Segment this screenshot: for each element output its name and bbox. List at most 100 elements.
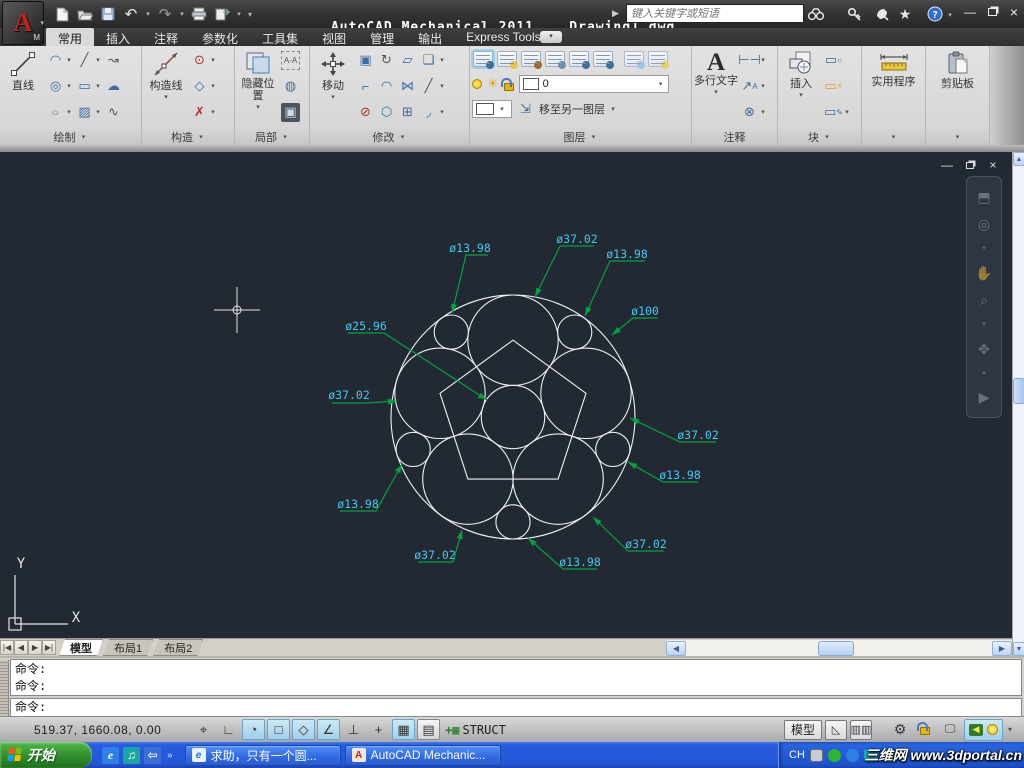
redo-icon[interactable]: ↷ bbox=[155, 4, 175, 24]
search-expand-icon[interactable]: ▶ bbox=[612, 8, 619, 19]
first-tab-icon[interactable]: |◀ bbox=[0, 640, 14, 655]
ribbon-tab-工具集[interactable]: 工具集 bbox=[250, 28, 310, 46]
ribbon-tab-插入[interactable]: 插入 bbox=[94, 28, 142, 46]
dyn-toggle[interactable]: + bbox=[367, 719, 390, 740]
start-button[interactable]: 开始 bbox=[0, 742, 92, 768]
zoom-extents-icon[interactable]: ⌕ bbox=[980, 293, 988, 307]
prev-tab-icon[interactable]: ◀ bbox=[14, 640, 28, 655]
panel-utilities-title[interactable]: ▾ bbox=[862, 128, 925, 145]
panel-annotate-title[interactable]: 注释 bbox=[692, 128, 777, 145]
offset-icon[interactable]: ◠ bbox=[377, 77, 396, 96]
help-search-input[interactable] bbox=[627, 7, 803, 20]
panel-construct-title[interactable]: 构造 ▾ bbox=[142, 128, 234, 145]
rotate-icon[interactable]: ↻ bbox=[377, 51, 396, 70]
ribbon-tab-视图[interactable]: 视图 bbox=[310, 28, 358, 46]
hscroll-thumb[interactable] bbox=[818, 640, 854, 656]
polyline-icon[interactable]: ↝ bbox=[104, 51, 123, 70]
revision-cloud-icon[interactable]: ☁ bbox=[104, 77, 123, 96]
last-tab-icon[interactable]: ▶| bbox=[42, 640, 56, 655]
spline-icon[interactable]: ∿ bbox=[104, 103, 123, 122]
erase-construction-icon[interactable]: ✗ bbox=[190, 103, 209, 122]
command-history[interactable]: 命令: 命令: bbox=[10, 659, 1022, 696]
construction-line-button[interactable]: 构造线 ▾ bbox=[144, 47, 188, 128]
panel-layers-title[interactable]: 图层 ▾ bbox=[470, 128, 691, 145]
ribbon-tab-Express Tools[interactable]: Express Tools bbox=[454, 28, 552, 46]
ellipse-icon[interactable]: ○ bbox=[46, 103, 65, 122]
trim-icon[interactable]: ╱ bbox=[419, 77, 438, 96]
layer-off-icon[interactable] bbox=[648, 51, 669, 69]
orbit-icon[interactable]: ✥ bbox=[978, 342, 990, 356]
quick-view-layouts-icon[interactable]: ◺ bbox=[825, 719, 847, 740]
center-mark-icon[interactable]: ⊗ bbox=[740, 103, 759, 122]
otrack-toggle[interactable]: ∠ bbox=[317, 719, 340, 740]
application-menu-button[interactable]: A M ▾ bbox=[2, 1, 44, 45]
hide-situation-button[interactable]: 隐藏位置 ▾ bbox=[237, 47, 279, 128]
construction-polygon-icon[interactable]: ◇ bbox=[190, 77, 209, 96]
undo-icon[interactable]: ↶ bbox=[121, 4, 141, 24]
wheel-dropdown-icon[interactable]: ▾ bbox=[982, 244, 986, 252]
move-button[interactable]: 移动 ▾ bbox=[312, 47, 354, 128]
fillet-corner-icon[interactable]: ⌐ bbox=[356, 77, 375, 96]
workspace-gear-icon[interactable]: ⚙ bbox=[889, 720, 911, 740]
move-to-layer-icon[interactable]: ⇲ bbox=[516, 100, 535, 119]
struct-button[interactable]: +▦ STRUCT bbox=[440, 719, 511, 740]
mirror-icon[interactable]: ⋈ bbox=[398, 77, 417, 96]
layer-unlock-icon[interactable] bbox=[500, 77, 514, 91]
insert-block-button[interactable]: 插入 ▾ bbox=[780, 47, 822, 128]
erase-icon[interactable]: ⊘ bbox=[356, 103, 375, 122]
print-icon[interactable] bbox=[189, 4, 209, 24]
model-space-button[interactable]: 模型 bbox=[783, 719, 822, 740]
overlap-icon[interactable]: ❏ bbox=[419, 51, 438, 70]
open-file-icon[interactable] bbox=[75, 4, 95, 24]
next-tab-icon[interactable]: ▶ bbox=[28, 640, 42, 655]
chamfer-icon[interactable]: ◞ bbox=[419, 103, 438, 122]
arc-icon[interactable]: ◠ bbox=[46, 51, 65, 70]
redo-dropdown-icon[interactable]: ▾ bbox=[178, 10, 186, 18]
task-button[interactable]: e 求助，只有一个圆... bbox=[184, 744, 341, 766]
panel-block-title[interactable]: 块 ▾ bbox=[778, 128, 861, 145]
ie-quicklaunch-icon[interactable]: e bbox=[102, 746, 119, 764]
section-aa-icon[interactable]: A-A bbox=[281, 50, 300, 70]
task-button[interactable]: A AutoCAD Mechanic... bbox=[344, 744, 501, 766]
lwt-toggle[interactable]: ▦ bbox=[392, 719, 415, 740]
copy-icon[interactable]: ▣ bbox=[356, 51, 375, 70]
key-subscription-icon[interactable] bbox=[845, 4, 865, 24]
orbit-dropdown-icon[interactable]: ▾ bbox=[982, 369, 986, 377]
hatch-icon[interactable]: ▨ bbox=[75, 103, 94, 122]
zoom-dropdown-icon[interactable]: ▾ bbox=[982, 320, 986, 328]
ribbon-tab-管理[interactable]: 管理 bbox=[358, 28, 406, 46]
array-icon[interactable]: ⊞ bbox=[398, 103, 417, 122]
layer-properties-icon[interactable] bbox=[473, 51, 494, 69]
polar-toggle[interactable]: ◔ bbox=[242, 719, 265, 740]
annotation-bulb-icon[interactable] bbox=[987, 724, 998, 735]
quick-view-drawings-icon[interactable]: ▥▥ bbox=[850, 719, 872, 740]
scroll-left-icon[interactable]: ◀ bbox=[666, 640, 686, 656]
ribbon-tab-输出[interactable]: 输出 bbox=[406, 28, 454, 46]
viewcube-icon[interactable]: ⬒ bbox=[977, 190, 990, 204]
quicklaunch-overflow-icon[interactable]: » bbox=[167, 750, 173, 761]
vertical-scrollbar[interactable]: ▲ ▼ bbox=[1012, 152, 1024, 656]
pan-hand-icon[interactable]: ✋ bbox=[975, 266, 992, 280]
rectangle-icon[interactable]: ▭ bbox=[75, 77, 94, 96]
osnap-toggle[interactable]: □ bbox=[267, 719, 290, 740]
command-input-line[interactable]: 命令: bbox=[10, 698, 1022, 717]
media-quicklaunch-icon[interactable]: ♫ bbox=[123, 746, 140, 764]
help-icon[interactable]: ? bbox=[925, 4, 945, 24]
snap-toggle[interactable]: ⌖ bbox=[192, 719, 215, 740]
steering-wheel-icon[interactable]: ◎ bbox=[978, 217, 990, 231]
create-block-icon[interactable]: ▭ ○ bbox=[824, 51, 843, 70]
help-search-box[interactable] bbox=[626, 4, 804, 23]
app-close-button[interactable]: × bbox=[1006, 4, 1022, 20]
grid-toggle[interactable]: ∟ bbox=[217, 719, 240, 740]
favorites-star-icon[interactable]: ★ bbox=[895, 4, 915, 24]
layer-thaw-sun-icon[interactable]: ☀ bbox=[487, 76, 499, 92]
measure-button[interactable]: 实用程序 bbox=[866, 47, 922, 128]
circle-icon[interactable]: ◎ bbox=[46, 77, 65, 96]
printer-tray-icon[interactable] bbox=[809, 748, 823, 762]
scroll-right-icon[interactable]: ▶ bbox=[992, 640, 1012, 656]
layer-unisolate-icon[interactable] bbox=[593, 51, 614, 69]
model-space-canvas[interactable]: ø13.98 ø37.02 ø13.98 ø100 ø25.96 ø37.02 ø13.98… bbox=[0, 152, 1012, 638]
layout-tab-模型[interactable]: 模型 bbox=[59, 639, 103, 656]
plot-dropdown-icon[interactable]: ▾ bbox=[235, 10, 243, 18]
layer-match-icon[interactable] bbox=[497, 51, 518, 69]
